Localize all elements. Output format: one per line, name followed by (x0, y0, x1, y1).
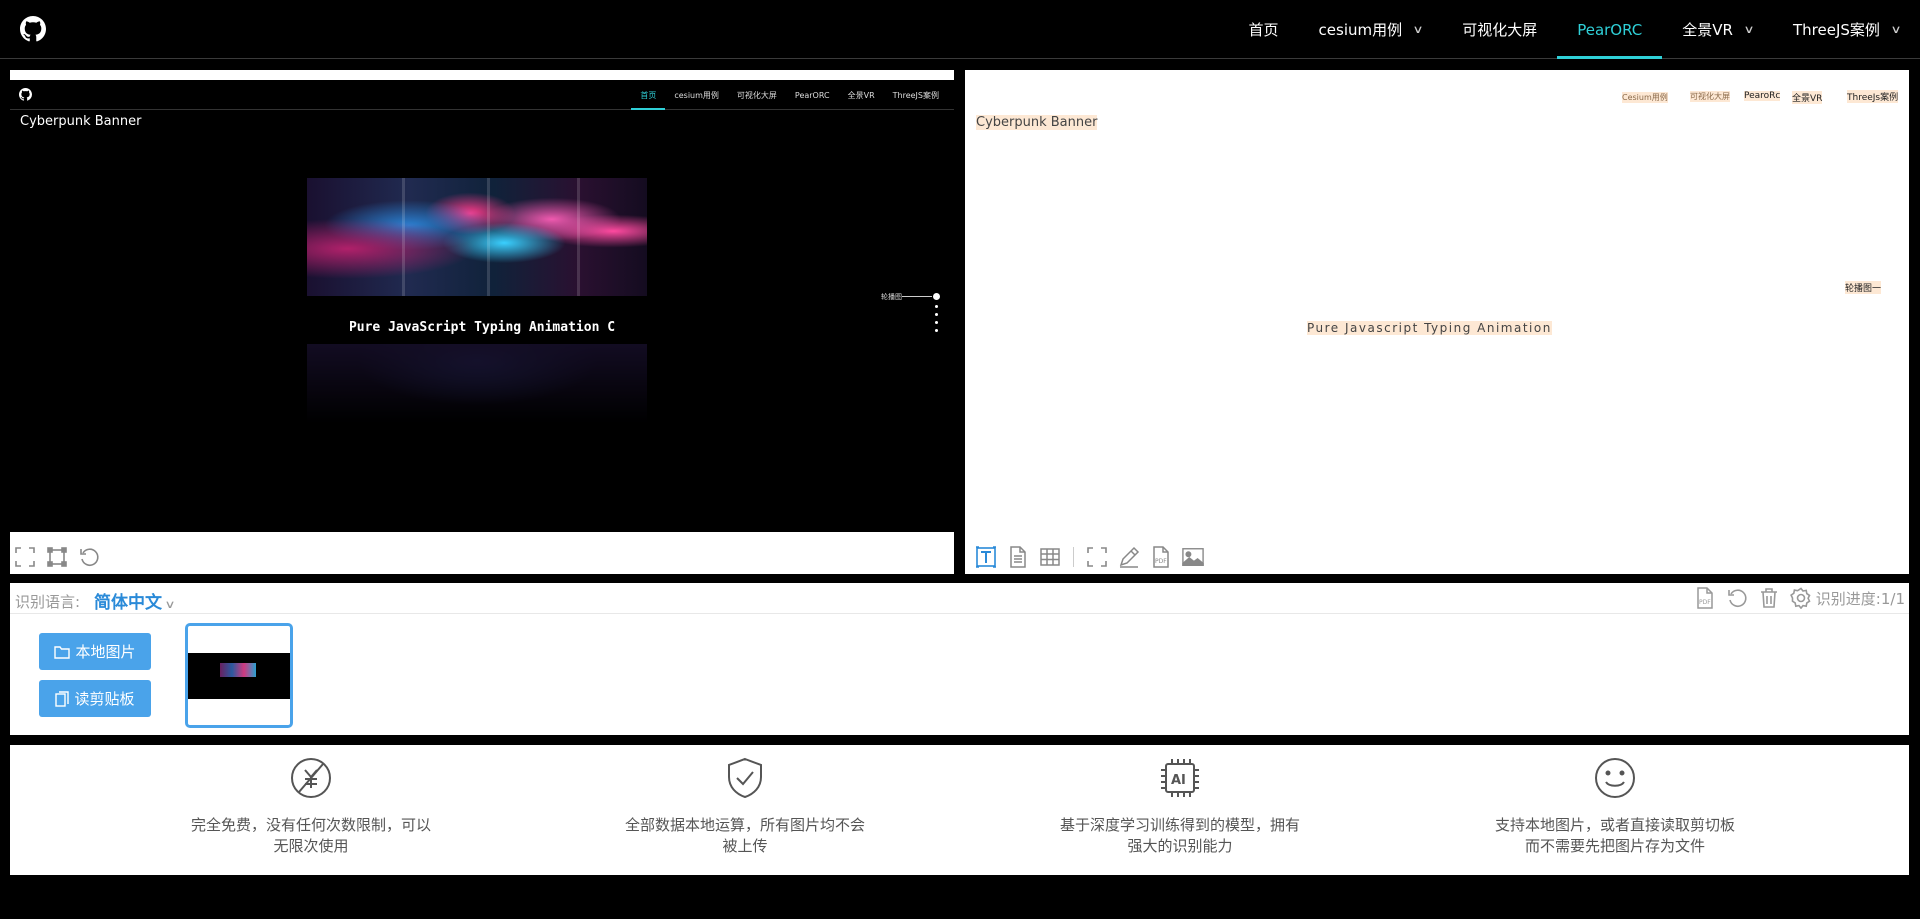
source-screenshot: 首页 cesium用例 可视化大屏 PearORC 全景VR ThreeJS案例… (10, 80, 954, 532)
nav-label: 全景VR (1682, 21, 1733, 39)
table-icon[interactable] (1039, 546, 1061, 568)
fullscreen-icon[interactable] (1086, 546, 1108, 568)
ocr-word[interactable]: PearoRc (1744, 91, 1781, 101)
carousel-dot-active (933, 293, 940, 300)
nav-item-threejs[interactable]: ThreeJS案例 ∨ (1773, 0, 1920, 59)
nav-menu: 首页 cesium用例 ∨ 可视化大屏 PearORC 全景VR ∨ ThreeJS… (1229, 0, 1920, 59)
clipboard-icon (55, 690, 70, 707)
carousel-dot (935, 313, 938, 316)
refresh-icon[interactable] (1726, 587, 1748, 609)
nav-item-cesium[interactable]: cesium用例 ∨ (1299, 0, 1443, 59)
toolbar-divider (1073, 547, 1074, 567)
nav-item-dashboard[interactable]: 可视化大屏 (1442, 0, 1557, 59)
chevron-down-icon: ∨ (164, 598, 176, 611)
trash-icon[interactable] (1758, 587, 1780, 609)
settings-gear-icon[interactable] (1789, 587, 1812, 609)
smile-icon (1595, 758, 1635, 798)
language-label: 识别语言: (15, 593, 81, 611)
feature-item: 支持本地图片，或者直接读取剪切板而不需要先把图片存为文件 (1490, 745, 1740, 875)
nav-label: 可视化大屏 (1462, 21, 1538, 39)
carousel-dot (935, 329, 938, 332)
chevron-down-icon: ∨ (1743, 23, 1755, 36)
preview-nav-item: 全景VR (847, 90, 875, 100)
ocr-word[interactable]: ThreeJs案例 (1847, 90, 1899, 103)
ocr-control-panel: 识别语言: 简体中文 ∨ PDF 识别进度:1/1 本地图片 读剪贴板 (10, 583, 1909, 735)
ocr-word[interactable]: Cyberpunk Banner (976, 115, 1098, 130)
svg-text:PDF: PDF (1699, 599, 1711, 606)
carousel-dot (935, 321, 938, 324)
features-section: 完全免费，没有任何次数限制，可以无限次使用 全部数据本地运算，所有图片均不会被上… (10, 745, 1909, 875)
banner-reflection (307, 344, 647, 424)
preview-toolbar (14, 546, 100, 568)
nav-label: 首页 (1248, 21, 1279, 39)
no-money-icon (291, 758, 331, 798)
nav-item-pearorc[interactable]: PearORC (1557, 0, 1663, 59)
ocr-word[interactable]: Pure Javascript Typing Animation (1307, 321, 1552, 335)
shield-check-icon (728, 757, 762, 799)
result-toolbar: PDF (975, 546, 1204, 568)
recognition-progress: 识别进度:1/1 (1815, 589, 1905, 608)
ocr-word[interactable]: 轮播图一 (1845, 281, 1882, 294)
feature-text: 支持本地图片，或者直接读取剪切板而不需要先把图片存为文件 (1494, 816, 1735, 855)
pdf-icon[interactable]: PDF (1150, 546, 1172, 568)
document-icon[interactable] (1007, 546, 1029, 568)
top-navbar: 首页 cesium用例 ∨ 可视化大屏 PearORC 全景VR ∨ ThreeJS… (0, 0, 1920, 59)
github-icon (19, 88, 32, 101)
preview-nav-item: 可视化大屏 (736, 90, 777, 100)
carousel-line (902, 296, 932, 297)
clipboard-button[interactable]: 读剪贴板 (39, 680, 151, 717)
thumbnail-image (188, 653, 290, 699)
ai-chip-icon: AI (1161, 759, 1199, 797)
ocr-word[interactable]: Cesium用例 (1622, 92, 1668, 103)
preview-nav-item: PearORC (794, 90, 830, 100)
feature-item: 全部数据本地运算，所有图片均不会被上传 (620, 745, 870, 875)
feature-text: 基于深度学习训练得到的模型，拥有强大的识别能力 (1059, 816, 1300, 855)
feature-text: 完全免费，没有任何次数限制，可以无限次使用 (190, 816, 431, 855)
folder-icon (54, 645, 71, 659)
control-icons: PDF 识别进度:1/1 (1694, 587, 1905, 609)
nav-label: PearORC (1577, 20, 1643, 39)
clipboard-label: 读剪贴板 (74, 690, 135, 708)
language-value: 简体中文 (94, 593, 162, 613)
cyberpunk-banner-image (307, 178, 647, 296)
source-image-panel: 首页 cesium用例 可视化大屏 PearORC 全景VR ThreeJS案例… (10, 70, 954, 574)
github-icon[interactable] (20, 16, 46, 42)
feature-item: AI 基于深度学习训练得到的模型，拥有强大的识别能力 (1055, 745, 1305, 875)
preview-nav-item: 首页 (631, 80, 666, 110)
image-thumbnail[interactable] (185, 623, 293, 728)
chevron-down-icon: ∨ (1890, 23, 1902, 36)
carousel-label: 轮播图一 (881, 293, 909, 301)
preview-navbar: 首页 cesium用例 可视化大屏 PearORC 全景VR ThreeJS案例 (10, 80, 954, 110)
rotate-icon[interactable] (78, 546, 100, 568)
nav-item-home[interactable]: 首页 (1229, 0, 1299, 59)
chevron-down-icon: ∨ (1412, 23, 1424, 36)
nav-item-vr[interactable]: 全景VR ∨ (1662, 0, 1773, 59)
preview-title: Cyberpunk Banner (20, 114, 142, 129)
local-image-button[interactable]: 本地图片 (39, 633, 151, 670)
ocr-result-panel: Cesium用例 可视化大屏 PearoRc 全景VR ThreeJs案例 Cy… (965, 70, 1909, 574)
ocr-word[interactable]: 全景VR (1792, 91, 1823, 104)
image-icon[interactable] (1182, 546, 1204, 568)
carousel-dot (935, 305, 938, 308)
nav-label: cesium用例 (1318, 21, 1403, 39)
export-pdf-icon[interactable]: PDF (1694, 587, 1716, 609)
feature-text: 全部数据本地运算，所有图片均不会被上传 (624, 816, 865, 855)
local-image-label: 本地图片 (75, 643, 136, 661)
preview-typing-text: Pure JavaScript Typing Animation C (348, 320, 616, 335)
crop-icon[interactable] (46, 546, 68, 568)
svg-text:AI: AI (1171, 773, 1186, 788)
nav-label: ThreeJS案例 (1793, 21, 1880, 39)
language-select[interactable]: 简体中文 ∨ (94, 588, 176, 613)
preview-nav-item: ThreeJS案例 (892, 90, 939, 100)
control-header: 识别语言: 简体中文 ∨ PDF 识别进度:1/1 (10, 583, 1909, 614)
edit-pen-icon[interactable] (1118, 546, 1140, 568)
ocr-word[interactable]: 可视化大屏 (1690, 91, 1730, 102)
preview-nav-item: cesium用例 (674, 90, 719, 100)
fullscreen-icon[interactable] (14, 546, 36, 568)
text-mode-icon[interactable] (975, 546, 997, 568)
feature-item: 完全免费，没有任何次数限制，可以无限次使用 (186, 745, 436, 875)
svg-text:PDF: PDF (1155, 558, 1167, 565)
